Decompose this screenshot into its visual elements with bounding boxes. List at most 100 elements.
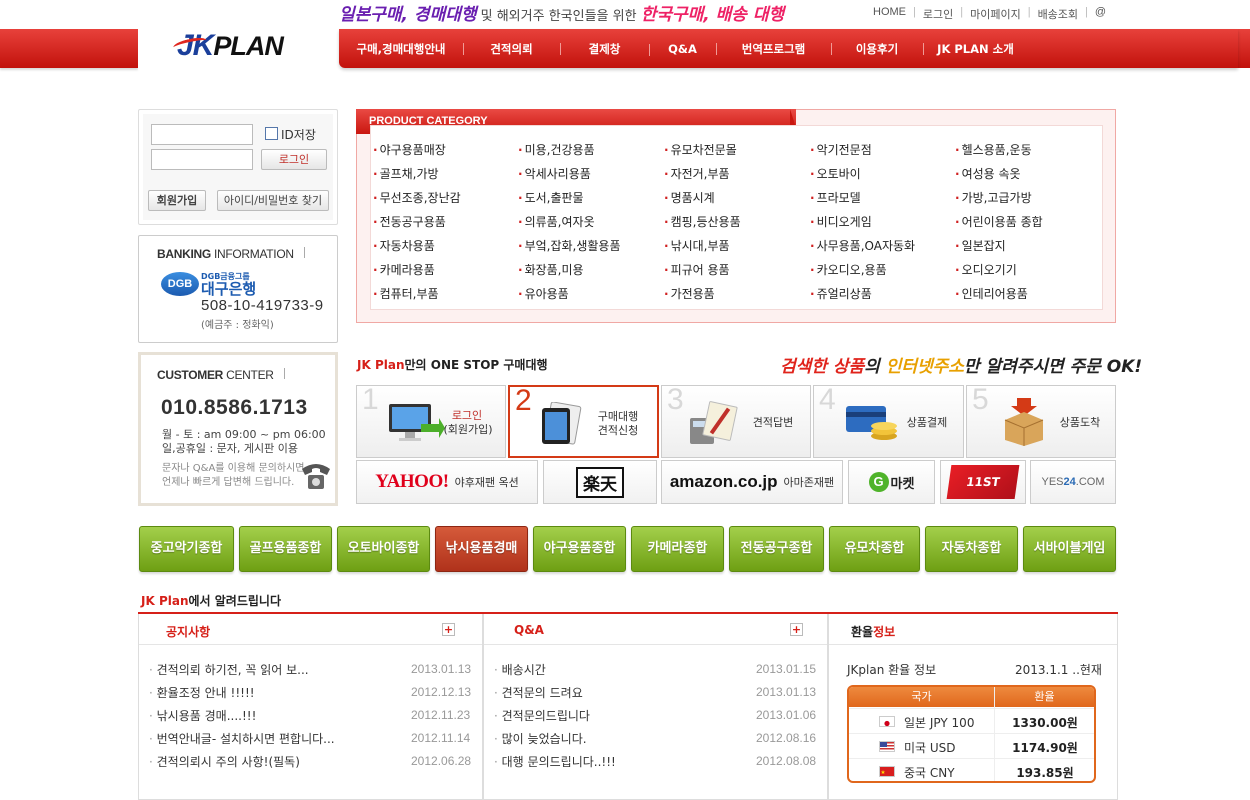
category-link[interactable]: 유모차전문몰 bbox=[664, 141, 737, 158]
category-link[interactable]: 악기전문점 bbox=[810, 141, 872, 158]
category-link[interactable]: 가방,고급가방 bbox=[955, 189, 1032, 206]
category-link[interactable]: 비디오게임 bbox=[810, 213, 872, 230]
category-link[interactable]: 여성용 속옷 bbox=[955, 165, 1021, 182]
calculator-icon bbox=[690, 401, 738, 444]
category-link[interactable]: 카메라용품 bbox=[373, 261, 435, 278]
board-post-date: 2012.06.28 bbox=[411, 754, 472, 768]
category-link[interactable]: 낚시대,부품 bbox=[664, 237, 730, 254]
notice-board: 공지사항 + 견적의뢰 하기전, 꼭 읽어 보... 2013.01.13 환율조정… bbox=[138, 614, 483, 800]
category-link[interactable]: 화장품,미용 bbox=[518, 261, 584, 278]
category-link[interactable]: 일본잡지 bbox=[955, 237, 1006, 254]
category-link[interactable]: 유아용품 bbox=[518, 285, 569, 302]
category-link[interactable]: 전동공구용품 bbox=[373, 213, 446, 230]
notice-more-button[interactable]: + bbox=[442, 623, 455, 636]
board-post-link[interactable]: 환율조정 안내 !!!!! bbox=[149, 684, 255, 701]
topnav-mypage[interactable]: 마이페이지 bbox=[963, 6, 1028, 22]
board-post-link[interactable]: 견적문의 드려요 bbox=[494, 684, 583, 701]
quick-cat-survival-game[interactable]: 서바이블게임 bbox=[1023, 526, 1116, 572]
topnav-login[interactable]: 로그인 bbox=[916, 6, 960, 22]
quick-cat-stroller[interactable]: 유모차종합 bbox=[829, 526, 920, 572]
category-link[interactable]: 부엌,잡화,생활용품 bbox=[518, 237, 621, 254]
category-link[interactable]: 골프채,가방 bbox=[373, 165, 439, 182]
store-yahoo-japan[interactable]: YAHOO! 야후재팬 옥션 bbox=[356, 460, 538, 504]
category-link[interactable]: 쥬얼리상품 bbox=[810, 285, 872, 302]
category-link[interactable]: 헬스용품,운동 bbox=[955, 141, 1032, 158]
category-link[interactable]: 의류품,여자옷 bbox=[518, 213, 595, 230]
exchange-row-jpy: 일본 JPY 100 1330.00원 bbox=[849, 708, 1094, 733]
find-account-button[interactable]: 아이디/비밀번호 찾기 bbox=[217, 190, 329, 211]
step-3-quote-answer[interactable]: 3 견적답변 bbox=[661, 383, 811, 458]
category-link[interactable]: 도서,출판물 bbox=[518, 189, 584, 206]
quick-cat-fishing-auction[interactable]: 낚시용품경매 bbox=[435, 526, 528, 572]
category-link[interactable]: 야구용품매장 bbox=[373, 141, 446, 158]
category-link[interactable]: 명품시계 bbox=[664, 189, 715, 206]
telephone-icon bbox=[302, 464, 330, 489]
store-rakuten[interactable]: 楽天 bbox=[543, 460, 657, 504]
board-post-link[interactable]: 견적의뢰시 주의 사항!(필독) bbox=[149, 753, 300, 770]
step-3-label: 견적답변 bbox=[752, 416, 794, 429]
mainnav-reviews[interactable]: 이용후기 bbox=[831, 41, 923, 57]
step-5-arrival[interactable]: 5 상품도착 bbox=[966, 383, 1116, 458]
quick-cat-motorcycle[interactable]: 오토바이종합 bbox=[337, 526, 430, 572]
mainnav-purchase-guide[interactable]: 구매,경매대행안내 bbox=[339, 41, 463, 57]
board-post-link[interactable]: 많이 늦었습니다. bbox=[494, 730, 587, 747]
category-link[interactable]: 어린이용품 종합 bbox=[955, 213, 1043, 230]
category-link[interactable]: 가전용품 bbox=[664, 285, 715, 302]
category-link[interactable]: 프라모델 bbox=[810, 189, 861, 206]
id-input[interactable] bbox=[151, 124, 253, 145]
topnav-delivery[interactable]: 배송조회 bbox=[1031, 6, 1085, 22]
login-button[interactable]: 로그인 bbox=[261, 149, 327, 170]
category-link[interactable]: 컴퓨터,부품 bbox=[373, 285, 439, 302]
store-gmarket[interactable]: G 마켓 bbox=[848, 460, 935, 504]
category-link[interactable]: 피규어 용품 bbox=[664, 261, 730, 278]
category-link[interactable]: 오토바이 bbox=[810, 165, 861, 182]
step-2-quote-request[interactable]: 2 구매대행 견적신청 bbox=[508, 384, 659, 458]
quick-cat-golf[interactable]: 골프용품종합 bbox=[239, 526, 332, 572]
board-post-date: 2012.08.16 bbox=[756, 731, 817, 745]
quick-cat-car[interactable]: 자동차종합 bbox=[925, 526, 1018, 572]
notice-board-title[interactable]: 공지사항 bbox=[166, 623, 210, 640]
mainnav-qna[interactable]: Q&A bbox=[649, 42, 716, 56]
store-amazon-japan[interactable]: amazon.co.jp 아마존재팬 bbox=[661, 460, 843, 504]
mainnav-payment[interactable]: 결제창 bbox=[560, 41, 649, 57]
category-link[interactable]: 사무용품,OA자동화 bbox=[810, 237, 916, 254]
board-post-link[interactable]: 대행 문의드립니다..!!! bbox=[494, 753, 616, 770]
category-link[interactable]: 오디오기기 bbox=[955, 261, 1017, 278]
quick-cat-power-tools[interactable]: 전동공구종합 bbox=[729, 526, 824, 572]
board-post-link[interactable]: 낚시용품 경매....!!! bbox=[149, 707, 257, 724]
mainnav-translation[interactable]: 번역프로그램 bbox=[716, 41, 831, 57]
category-link[interactable]: 캠핑,등산용품 bbox=[664, 213, 741, 230]
topnav-email[interactable]: @ bbox=[1088, 6, 1113, 22]
password-input[interactable] bbox=[151, 149, 253, 170]
category-link[interactable]: 인테리어용품 bbox=[955, 285, 1028, 302]
topnav-home[interactable]: HOME bbox=[866, 6, 913, 22]
step-1-login[interactable]: 1 로그인 (회원가입) bbox=[356, 383, 506, 458]
category-link[interactable]: 자전거,부품 bbox=[664, 165, 730, 182]
board-post-link[interactable]: 견적문의드립니다 bbox=[494, 707, 590, 724]
category-link[interactable]: 무선조종,장난감 bbox=[373, 189, 461, 206]
save-id-checkbox[interactable] bbox=[265, 127, 278, 140]
category-link[interactable]: 악세사리용품 bbox=[518, 165, 591, 182]
store-11st[interactable]: 11ST bbox=[940, 460, 1026, 504]
category-link[interactable]: 카오디오,용품 bbox=[810, 261, 887, 278]
category-link[interactable]: 미용,건강용품 bbox=[518, 141, 595, 158]
us-flag-icon bbox=[879, 741, 895, 752]
credit-card-coins-icon bbox=[846, 406, 897, 440]
quick-cat-baseball[interactable]: 야구용품종합 bbox=[533, 526, 626, 572]
step-4-payment[interactable]: 4 상품결제 bbox=[813, 383, 964, 458]
qna-board-title[interactable]: Q&A bbox=[514, 623, 544, 637]
store-yes24[interactable]: YES24.COM bbox=[1030, 460, 1116, 504]
jkplan-logo[interactable]: JKPLAN bbox=[172, 29, 284, 63]
board-post-link[interactable]: 견적의뢰 하기전, 꼭 읽어 보... bbox=[149, 661, 309, 678]
join-button[interactable]: 회원가입 bbox=[148, 190, 206, 211]
board-post-link[interactable]: 번역안내글- 설치하시면 편합니다... bbox=[149, 730, 335, 747]
quick-cat-camera[interactable]: 카메라종합 bbox=[631, 526, 724, 572]
logo-plan: PLAN bbox=[213, 31, 283, 61]
category-link[interactable]: 자동차용품 bbox=[373, 237, 435, 254]
qna-more-button[interactable]: + bbox=[790, 623, 803, 636]
bank-name: 대구은행 bbox=[201, 280, 257, 298]
quick-cat-used-instruments[interactable]: 중고악기종합 bbox=[139, 526, 234, 572]
mainnav-about[interactable]: JK PLAN 소개 bbox=[923, 41, 1028, 57]
board-post-link[interactable]: 배송시간 bbox=[494, 661, 546, 678]
mainnav-quote[interactable]: 견적의뢰 bbox=[463, 41, 560, 57]
